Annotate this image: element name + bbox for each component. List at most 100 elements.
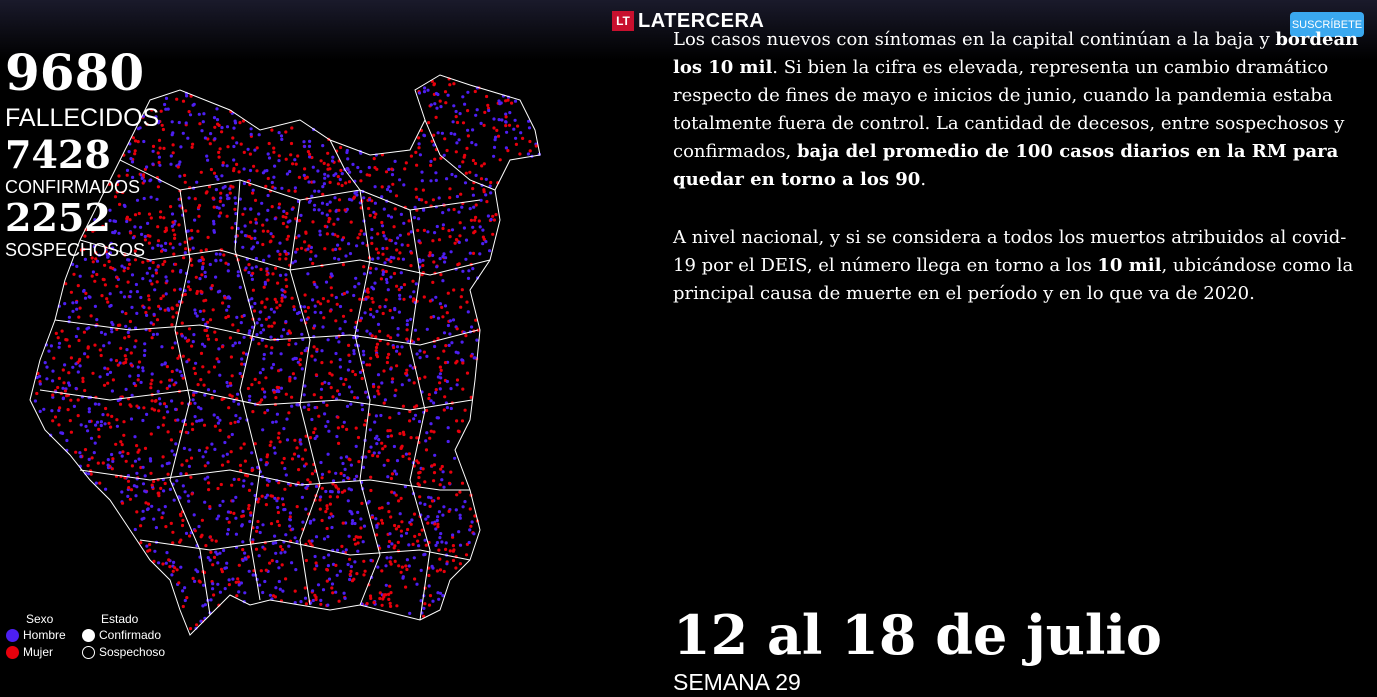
case-dot bbox=[144, 310, 148, 315]
case-dot bbox=[401, 404, 405, 408]
case-dot bbox=[262, 352, 266, 357]
case-dot bbox=[481, 228, 485, 232]
case-dot bbox=[155, 197, 159, 201]
case-dot bbox=[254, 265, 258, 269]
case-dot bbox=[130, 393, 134, 397]
case-dot bbox=[454, 115, 458, 119]
case-dot bbox=[232, 511, 236, 515]
case-dot bbox=[347, 242, 351, 246]
case-dot bbox=[168, 487, 172, 491]
case-dot bbox=[457, 262, 461, 266]
case-dot bbox=[382, 595, 386, 599]
case-dot bbox=[431, 239, 435, 243]
case-dot bbox=[223, 440, 227, 445]
case-dot bbox=[368, 271, 372, 275]
case-dot bbox=[178, 174, 182, 178]
case-dot bbox=[464, 238, 469, 242]
case-dot bbox=[130, 305, 134, 309]
case-dot bbox=[237, 563, 241, 567]
case-dot bbox=[293, 189, 297, 193]
case-dot bbox=[273, 164, 277, 168]
case-dot bbox=[200, 267, 204, 271]
case-dot bbox=[69, 430, 73, 434]
case-dot bbox=[434, 171, 438, 175]
case-dot bbox=[338, 247, 342, 251]
case-dot bbox=[370, 241, 374, 245]
legend-status-title: Estado bbox=[101, 612, 139, 626]
case-dot bbox=[442, 569, 446, 574]
case-dot bbox=[392, 256, 396, 260]
case-dot bbox=[463, 408, 467, 412]
case-dot bbox=[261, 590, 265, 595]
case-dot bbox=[460, 419, 465, 423]
case-dot bbox=[367, 198, 372, 202]
case-dot bbox=[521, 136, 525, 140]
case-dot bbox=[348, 572, 352, 577]
case-dot bbox=[275, 300, 279, 304]
case-dot bbox=[331, 479, 336, 483]
case-dot bbox=[114, 359, 119, 363]
case-dot bbox=[498, 158, 502, 162]
case-dot bbox=[202, 112, 206, 116]
case-dot bbox=[284, 278, 288, 282]
case-dot bbox=[278, 440, 282, 444]
case-dot bbox=[247, 263, 251, 267]
case-dot bbox=[38, 374, 42, 378]
case-dot bbox=[310, 354, 314, 358]
case-dot bbox=[368, 428, 372, 432]
case-dot bbox=[421, 467, 425, 471]
case-dot bbox=[285, 438, 290, 442]
case-dot bbox=[246, 555, 250, 559]
case-dot bbox=[433, 344, 437, 349]
case-dot bbox=[375, 442, 379, 446]
case-dot bbox=[180, 374, 184, 378]
case-dot bbox=[392, 225, 396, 229]
case-dot bbox=[370, 227, 374, 232]
case-dot bbox=[94, 481, 98, 485]
case-dot bbox=[365, 363, 369, 367]
case-dot bbox=[436, 131, 440, 135]
case-dot bbox=[141, 369, 145, 373]
case-dot bbox=[382, 369, 386, 373]
case-dot bbox=[384, 564, 388, 568]
case-dot bbox=[275, 306, 279, 310]
case-dot bbox=[306, 272, 310, 276]
case-dot bbox=[255, 321, 259, 325]
case-dot bbox=[376, 389, 380, 393]
case-dot bbox=[271, 420, 275, 424]
case-dot bbox=[266, 208, 270, 212]
case-dot bbox=[468, 507, 472, 511]
case-dot bbox=[238, 285, 242, 289]
case-dot bbox=[76, 327, 80, 331]
case-dot bbox=[287, 411, 291, 415]
case-dot bbox=[251, 410, 255, 414]
case-dot bbox=[328, 502, 332, 506]
case-dot bbox=[307, 407, 311, 412]
case-dot bbox=[279, 386, 283, 390]
case-dot bbox=[317, 414, 321, 418]
case-dot bbox=[183, 598, 187, 603]
case-dot bbox=[384, 583, 388, 587]
case-dot bbox=[466, 276, 471, 280]
case-dot bbox=[149, 471, 153, 475]
case-dot bbox=[413, 534, 417, 538]
legend-suspected-label: Sospechoso bbox=[99, 645, 166, 659]
case-dot bbox=[120, 501, 125, 505]
case-dot bbox=[284, 215, 288, 219]
case-dot bbox=[185, 596, 189, 600]
case-dot bbox=[441, 223, 445, 227]
case-dot bbox=[259, 331, 263, 335]
case-dot bbox=[136, 140, 140, 144]
case-dot bbox=[455, 327, 459, 331]
case-dot bbox=[395, 364, 399, 368]
case-dot bbox=[172, 560, 176, 564]
case-dot bbox=[220, 570, 224, 574]
case-dot bbox=[388, 532, 392, 536]
case-dot bbox=[393, 559, 397, 563]
case-dot bbox=[441, 226, 445, 231]
case-dot bbox=[406, 243, 410, 247]
case-dot bbox=[409, 251, 414, 255]
case-dot bbox=[375, 533, 379, 537]
case-dot bbox=[194, 275, 198, 279]
case-dot bbox=[452, 82, 456, 86]
